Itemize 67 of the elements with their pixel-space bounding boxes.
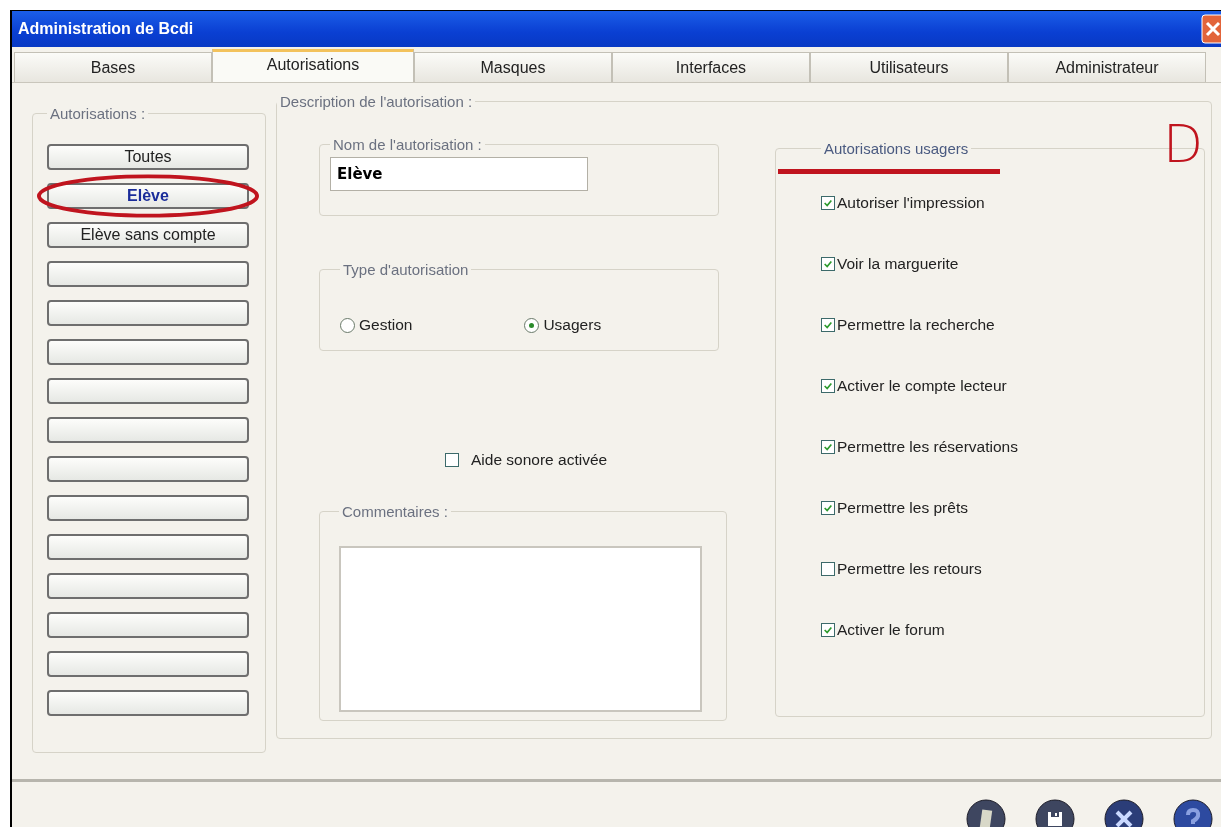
close-icon[interactable] <box>1104 799 1144 827</box>
radio-label: Gestion <box>359 316 413 334</box>
checkbox[interactable] <box>821 623 835 637</box>
authorization-button[interactable] <box>47 300 249 326</box>
authorization-button[interactable] <box>47 534 249 560</box>
checkmark-icon <box>823 259 833 269</box>
checkbox[interactable] <box>821 379 835 393</box>
checkmark-icon <box>823 625 833 635</box>
authorization-button[interactable]: Elève sans compte <box>47 222 249 248</box>
authorization-button[interactable] <box>47 612 249 638</box>
group-label: Commentaires : <box>341 503 449 520</box>
authorization-button[interactable]: Toutes <box>47 144 249 170</box>
checkbox[interactable] <box>821 318 835 332</box>
authorization-button[interactable] <box>47 456 249 482</box>
tab[interactable]: Utilisateurs <box>810 52 1008 82</box>
checkbox[interactable] <box>821 562 835 576</box>
checkbox-label: Permettre les réservations <box>837 438 1018 456</box>
checkbox-label: Permettre la recherche <box>837 316 995 334</box>
group-label: Description de l'autorisation : <box>279 93 474 110</box>
help-icon[interactable] <box>1173 799 1213 827</box>
authorization-button[interactable] <box>47 339 249 365</box>
radio-label: Usagers <box>543 316 602 334</box>
radio-option[interactable]: Gestion <box>340 316 413 334</box>
name-field[interactable]: Elève <box>330 157 588 191</box>
tab[interactable]: Autorisations <box>212 49 414 82</box>
group-label: Type d'autorisation <box>342 261 470 278</box>
checkmark-icon <box>823 198 833 208</box>
authorization-button[interactable] <box>47 417 249 443</box>
group-label: Autorisations : <box>49 105 147 122</box>
document-icon[interactable] <box>966 799 1006 827</box>
checkmark-icon <box>823 381 833 391</box>
comments-field[interactable] <box>339 546 702 712</box>
annotation-letter: D <box>1162 118 1203 170</box>
checkbox-label: Activer le forum <box>837 621 945 639</box>
authorization-button[interactable] <box>47 651 249 677</box>
save-icon[interactable] <box>1035 799 1075 827</box>
authorization-button[interactable] <box>47 261 249 287</box>
authorization-button[interactable] <box>47 495 249 521</box>
radio-button[interactable] <box>524 317 540 333</box>
checkbox-label: Permettre les retours <box>837 560 982 578</box>
checkmark-icon <box>823 320 833 330</box>
radio-button[interactable] <box>340 317 355 333</box>
radio-option[interactable]: Usagers <box>524 316 602 334</box>
group-label: Autorisations usagers <box>823 140 970 157</box>
checkbox-label: Aide sonore activée <box>471 451 608 469</box>
checkbox-label: Voir la marguerite <box>837 255 959 273</box>
checkbox[interactable] <box>445 453 459 467</box>
tab[interactable]: Administrateur <box>1008 52 1206 82</box>
authorization-button[interactable]: Elève <box>47 183 249 209</box>
checkbox-label: Permettre les prêts <box>837 499 968 517</box>
tab[interactable]: Masques <box>414 52 612 82</box>
checkbox[interactable] <box>821 257 835 271</box>
authorization-button[interactable] <box>47 573 249 599</box>
authorization-button[interactable] <box>47 690 249 716</box>
tab[interactable]: Bases <box>14 52 212 82</box>
authorization-button[interactable] <box>47 378 249 404</box>
checkbox[interactable] <box>821 196 835 210</box>
checkbox[interactable] <box>821 501 835 515</box>
group-label: Nom de l'autorisation : <box>332 136 483 153</box>
window-title: Administration de Bcdi <box>18 20 194 38</box>
tab[interactable]: Interfaces <box>612 52 810 82</box>
close-button[interactable] <box>1201 14 1221 44</box>
checkbox-label: Autoriser l'impression <box>837 194 985 212</box>
checkbox[interactable] <box>821 440 835 454</box>
checkbox-label: Activer le compte lecteur <box>837 377 1007 395</box>
checkmark-icon <box>823 442 833 452</box>
checkmark-icon <box>823 503 833 513</box>
